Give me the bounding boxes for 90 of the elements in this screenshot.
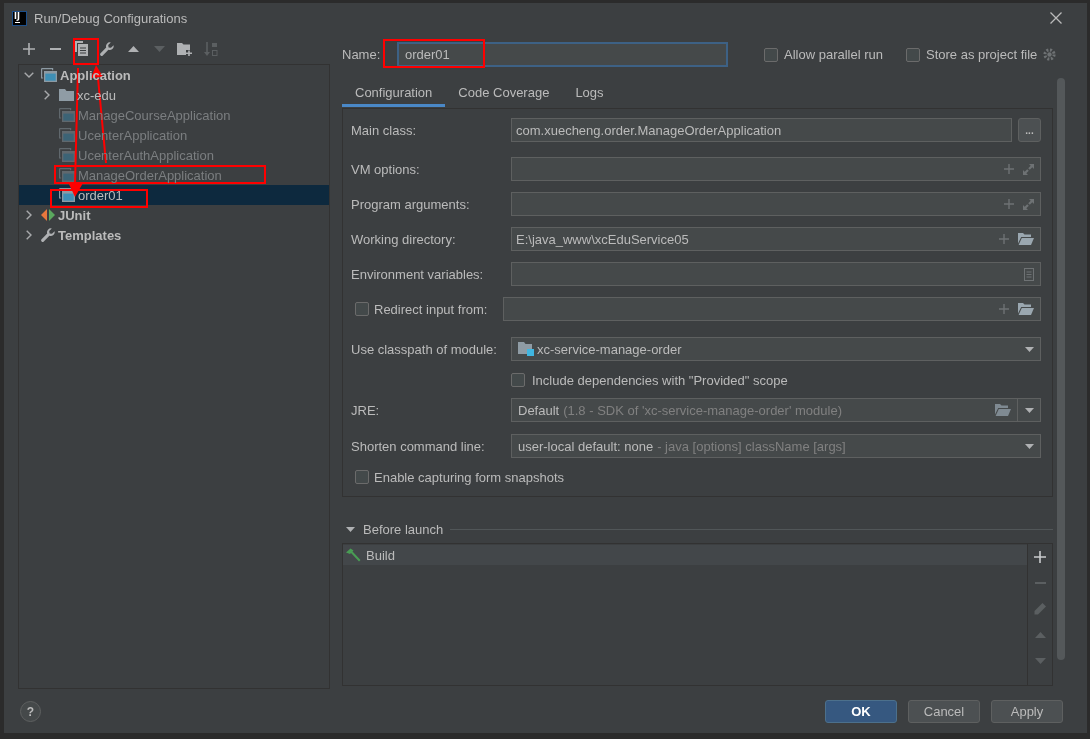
text-field[interactable] — [511, 157, 1041, 181]
tree-item[interactable]: JUnit — [19, 205, 329, 225]
add-icon — [1004, 199, 1014, 209]
dialog-button[interactable]: Apply — [991, 700, 1063, 723]
expand-icon — [1023, 198, 1034, 210]
dialog-button[interactable]: Cancel — [908, 700, 980, 723]
checkbox-label: Redirect input from: — [374, 301, 488, 317]
window-icon — [59, 168, 75, 182]
window-icon — [59, 148, 75, 162]
caret-down-icon — [1024, 443, 1034, 449]
task-item[interactable]: Build — [343, 545, 1027, 565]
checkbox[interactable] — [764, 47, 778, 62]
dropdown[interactable]: Default (1.8 - SDK of 'xc-service-manage-order' module) — [511, 398, 1041, 422]
document-icon — [1024, 267, 1034, 281]
tree-item[interactable]: Templates — [19, 225, 329, 245]
dialog-button[interactable]: OK — [825, 700, 897, 723]
checkbox[interactable] — [355, 302, 369, 316]
toolbar-button[interactable] — [21, 40, 37, 57]
close-button[interactable] — [1050, 12, 1062, 24]
dropdown[interactable]: xc-service-manage-order — [511, 337, 1041, 361]
field-label: Main class: — [351, 122, 418, 138]
field-label: Program arguments: — [351, 196, 471, 212]
dropdown[interactable]: user-local default: none - java [options] className [args] — [511, 434, 1041, 458]
checkbox-label: Include dependencies with "Provided" scope — [532, 372, 788, 388]
text-field[interactable]: com.xuecheng.order.ManageOrderApplication — [511, 118, 1012, 142]
text-field[interactable]: E:\java_www\xcEduService05 — [511, 227, 1041, 251]
name-label: Name: — [342, 47, 382, 62]
arrow-up-icon — [127, 45, 139, 52]
sort-icon — [204, 41, 218, 56]
add-icon — [1034, 551, 1046, 563]
folder-open-icon — [1018, 233, 1034, 245]
caret-down-icon — [1024, 346, 1034, 352]
folder-open-icon — [995, 404, 1011, 416]
tab[interactable]: Code Coverage — [445, 80, 563, 107]
checkbox[interactable] — [355, 470, 369, 484]
window-title: Run/Debug Configurations — [34, 10, 188, 26]
gear-icon — [1043, 48, 1057, 61]
checkbox[interactable] — [906, 47, 920, 62]
text-field[interactable] — [503, 297, 1041, 321]
folder-plus-icon — [177, 41, 193, 56]
junit-icon — [41, 209, 55, 221]
arrow-down-icon — [1034, 658, 1046, 664]
field-label: Use classpath of module: — [351, 341, 498, 357]
caret-down-icon — [1024, 407, 1034, 413]
checkbox[interactable] — [511, 373, 525, 387]
checkbox-label: Allow parallel run — [784, 47, 883, 62]
tree-item[interactable]: ManageOrderApplication — [19, 165, 329, 185]
window-icon — [59, 108, 75, 122]
window-icon — [59, 128, 75, 142]
copy-icon — [74, 41, 88, 56]
close-icon — [1050, 12, 1062, 24]
scrollbar[interactable] — [1057, 78, 1065, 660]
field-label: Working directory: — [351, 231, 457, 247]
browse-button[interactable]: ... — [1018, 118, 1041, 142]
app-logo: IJ — [12, 10, 27, 26]
field-label: JRE: — [351, 402, 381, 418]
wrench-icon — [100, 41, 114, 56]
folder-icon — [59, 89, 74, 101]
wrench-icon — [41, 228, 55, 242]
annotation-frame — [73, 38, 99, 65]
text-field[interactable] — [511, 192, 1041, 216]
section-title: Before launch — [363, 521, 444, 537]
field-label: Shorten command line: — [351, 438, 486, 454]
tree-item[interactable]: order01 — [19, 185, 329, 205]
remove-icon — [49, 47, 61, 50]
list-tool-button[interactable] — [1032, 549, 1048, 565]
toolbar-button[interactable] — [99, 40, 115, 57]
folder-open-icon — [1018, 303, 1034, 315]
text-field[interactable] — [511, 262, 1041, 286]
window-icon — [41, 68, 57, 82]
help-button[interactable]: ? — [20, 701, 41, 722]
field-label: VM options: — [351, 161, 421, 177]
add-icon — [999, 304, 1009, 314]
arrow-down-icon — [153, 45, 165, 52]
toolbar-button[interactable] — [73, 40, 89, 57]
add-icon — [1004, 164, 1014, 174]
add-icon — [999, 234, 1009, 244]
toolbar-button[interactable] — [177, 40, 193, 57]
expand-icon — [1023, 163, 1034, 175]
checkbox-label: Enable capturing form snapshots — [374, 469, 565, 485]
field-label: Environment variables: — [351, 266, 485, 282]
add-icon — [23, 42, 35, 55]
pencil-icon — [1034, 603, 1046, 615]
module-icon — [518, 342, 534, 356]
hammer-icon — [345, 548, 361, 562]
name-field[interactable]: order01 — [397, 42, 728, 67]
checkbox-label: Store as project file — [926, 47, 1038, 62]
arrow-up-icon — [1034, 632, 1046, 638]
tab[interactable]: Logs — [562, 80, 617, 107]
tab[interactable]: Configuration — [342, 80, 446, 107]
